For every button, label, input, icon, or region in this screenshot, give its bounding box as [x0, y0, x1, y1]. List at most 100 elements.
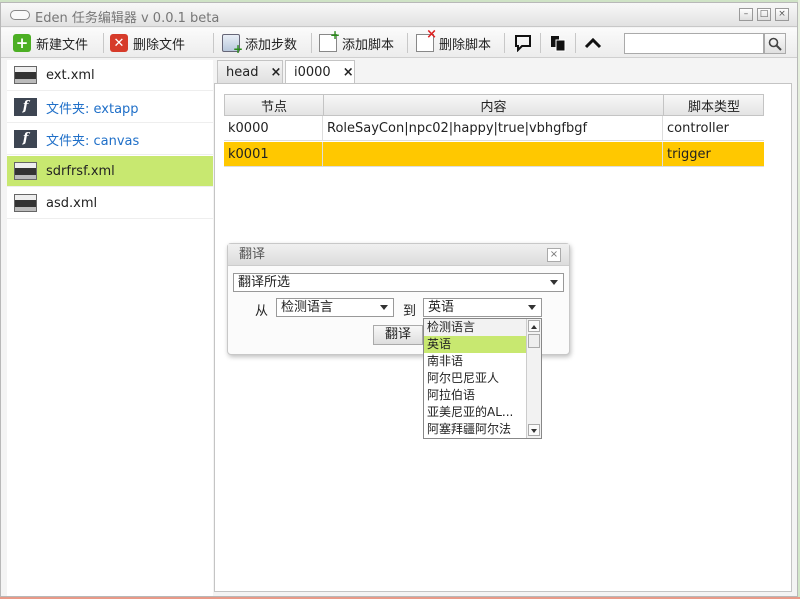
table-row-selected[interactable]: k0001 trigger	[224, 142, 764, 167]
folder-item-extapp[interactable]: f 文件夹: extapp	[7, 92, 213, 123]
xml-file-icon	[14, 194, 37, 212]
delete-icon: ✕	[110, 34, 128, 52]
translate-mode-select[interactable]: 翻译所选	[233, 273, 564, 292]
chevron-down-icon	[550, 280, 558, 285]
delete-script-icon	[416, 27, 437, 52]
dialog-close-icon[interactable]: ×	[547, 248, 561, 262]
add-script-icon	[319, 28, 340, 52]
add-step-label: 添加步数	[245, 37, 298, 53]
to-label: 到	[403, 304, 417, 319]
toolbar: + 新建文件 ✕ 删除文件 添加步数 添加脚本 删除脚本	[1, 27, 797, 58]
scroll-up-button[interactable]	[528, 320, 540, 332]
delete-file-label: 删除文件	[133, 37, 186, 53]
toolbar-separator	[103, 33, 104, 53]
dropdown-scrollbar[interactable]	[526, 319, 541, 438]
toolbar-separator	[504, 33, 505, 53]
cell-script-type: controller	[667, 120, 730, 136]
file-label: asd.xml	[46, 195, 98, 211]
cell-content	[323, 142, 663, 166]
dropdown-option-selected[interactable]: 英语	[424, 336, 526, 353]
search-input[interactable]	[624, 33, 764, 54]
maximize-button[interactable]: □	[757, 8, 771, 21]
triangle-up-icon	[531, 325, 537, 329]
target-language-select[interactable]: 英语	[423, 298, 542, 317]
speech-bubble-icon	[515, 35, 531, 52]
tab-close-icon[interactable]: ×	[270, 65, 281, 80]
column-header-content[interactable]: 内容	[324, 95, 664, 115]
delete-script-button[interactable]: 删除脚本	[416, 27, 492, 54]
table-row[interactable]: k0000 RoleSayCon|npc02|happy|true|vbhgfb…	[224, 116, 764, 141]
comment-button[interactable]	[514, 32, 532, 54]
tab-close-icon[interactable]: ×	[343, 65, 354, 80]
chevron-up-icon	[584, 37, 602, 49]
source-language-select[interactable]: 检测语言	[276, 298, 394, 317]
select-value: 翻译所选	[238, 275, 291, 290]
dropdown-option[interactable]: 南非语	[424, 353, 526, 370]
copy-icon	[551, 36, 566, 52]
add-icon: +	[13, 34, 31, 52]
file-label: 文件夹: extapp	[46, 101, 139, 117]
select-value: 检测语言	[281, 300, 334, 315]
select-value: 英语	[428, 300, 455, 315]
scroll-thumb[interactable]	[528, 334, 540, 348]
cell-node: k0001	[224, 142, 323, 166]
toolbar-separator	[407, 33, 408, 53]
file-label: sdrfrsf.xml	[46, 163, 115, 179]
dropdown-option[interactable]: 亚美尼亚的AL...	[424, 404, 526, 421]
target-language-dropdown: 检测语言 英语 南非语 阿尔巴尼亚人 阿拉伯语 亚美尼亚的AL... 阿塞拜疆阿…	[423, 318, 542, 439]
add-step-button[interactable]: 添加步数	[222, 32, 298, 56]
app-icon	[10, 10, 30, 20]
window-title: Eden 任务编辑器 v 0.0.1 beta	[35, 11, 220, 26]
add-script-label: 添加脚本	[342, 37, 395, 53]
dropdown-option[interactable]: 阿尔巴尼亚人	[424, 370, 526, 387]
dropdown-option[interactable]: 阿塞拜疆阿尔法	[424, 421, 526, 438]
dropdown-option[interactable]: 检测语言	[424, 319, 526, 336]
cell-node: k0000	[224, 116, 323, 140]
new-file-button[interactable]: + 新建文件	[13, 32, 88, 54]
toolbar-separator	[311, 33, 312, 53]
column-header-node[interactable]: 节点	[225, 95, 324, 115]
translate-button[interactable]: 翻译	[373, 325, 423, 345]
tab-i0000[interactable]: i0000 ×	[285, 60, 355, 84]
search-button[interactable]	[764, 33, 786, 54]
chevron-down-icon	[380, 305, 388, 310]
folder-item-canvas[interactable]: f 文件夹: canvas	[7, 124, 213, 155]
search-icon	[768, 37, 782, 51]
file-label: 文件夹: canvas	[46, 133, 140, 149]
dropdown-option[interactable]: 阿拉伯语	[424, 387, 526, 404]
add-script-button[interactable]: 添加脚本	[319, 28, 395, 54]
delete-script-label: 删除脚本	[439, 37, 492, 53]
flash-folder-icon: f	[14, 130, 37, 148]
xml-file-icon	[14, 66, 37, 84]
new-file-label: 新建文件	[36, 37, 89, 53]
triangle-down-icon	[531, 429, 537, 433]
scroll-down-button[interactable]	[528, 424, 540, 436]
file-list: ext.xml f 文件夹: extapp f 文件夹: canvas sdrf…	[7, 60, 213, 596]
tab-label: i0000	[294, 65, 331, 80]
toolbar-separator	[575, 33, 576, 53]
tab-label: head	[226, 64, 259, 80]
cell-script-type: trigger	[667, 146, 711, 162]
file-item-ext-xml[interactable]: ext.xml	[7, 60, 213, 91]
dialog-title: 翻译	[228, 244, 569, 266]
minimize-button[interactable]: –	[739, 8, 753, 21]
xml-file-icon	[14, 162, 37, 180]
title-bar: Eden 任务编辑器 v 0.0.1 beta – □ ×	[1, 3, 797, 27]
delete-file-button[interactable]: ✕ 删除文件	[110, 32, 185, 54]
add-step-icon	[222, 34, 243, 56]
cell-content: RoleSayCon|npc02|happy|true|vbhgfbgf	[323, 116, 663, 140]
tab-head[interactable]: head ×	[217, 60, 283, 83]
file-label: ext.xml	[46, 67, 95, 83]
toolbar-separator	[540, 33, 541, 53]
file-item-sdrfrsf-xml[interactable]: sdrfrsf.xml	[7, 156, 213, 187]
chevron-down-icon	[528, 305, 536, 310]
toolbar-separator	[213, 33, 214, 53]
column-header-script-type[interactable]: 脚本类型	[664, 95, 764, 115]
flash-folder-icon: f	[14, 98, 37, 116]
close-window-button[interactable]: ×	[775, 8, 789, 21]
copy-button[interactable]	[549, 32, 567, 54]
grid-header: 节点 内容 脚本类型	[224, 94, 764, 116]
collapse-button[interactable]	[584, 32, 602, 54]
from-label: 从	[255, 304, 269, 319]
file-item-asd-xml[interactable]: asd.xml	[7, 188, 213, 219]
